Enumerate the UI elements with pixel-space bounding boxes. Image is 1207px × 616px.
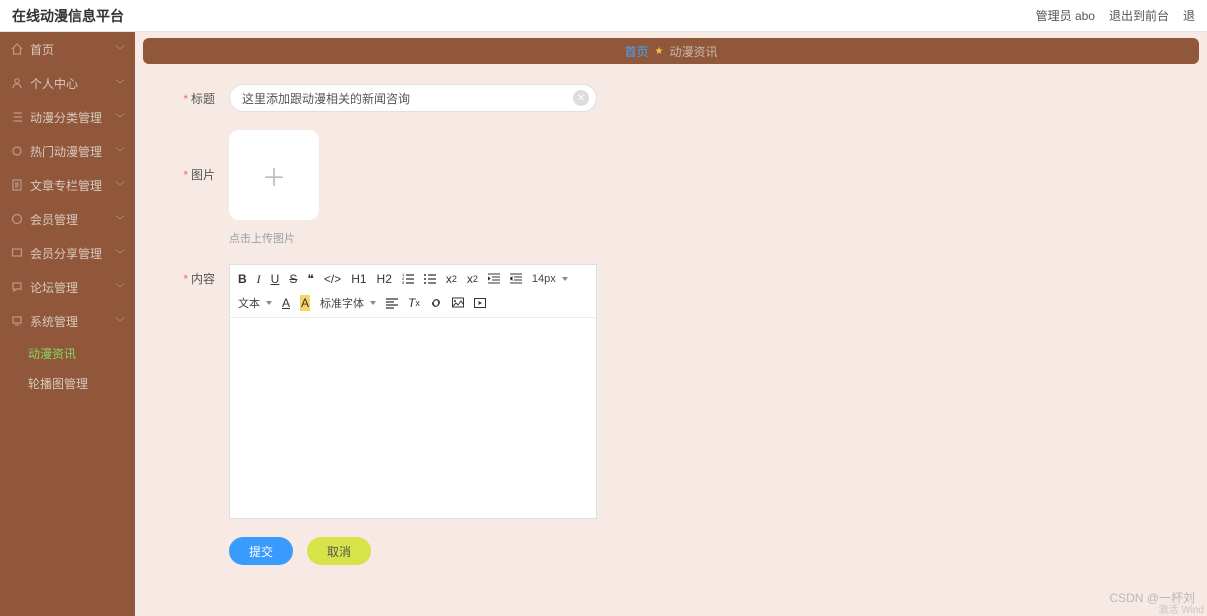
sidebar-item-label: 热门动漫管理 bbox=[30, 143, 102, 160]
fontfamily-select[interactable]: 标准字体 bbox=[320, 295, 376, 311]
sidebar-item-label: 论坛管理 bbox=[30, 279, 78, 296]
sidebar-item-2[interactable]: 动漫分类管理 ﹀ bbox=[0, 100, 135, 134]
chevron-down-icon: ﹀ bbox=[115, 110, 125, 125]
clear-icon[interactable]: ✕ bbox=[573, 90, 589, 106]
sidebar-item-label: 文章专栏管理 bbox=[30, 177, 102, 194]
chevron-down-icon: ﹀ bbox=[115, 212, 125, 227]
sidebar-item-label: 个人中心 bbox=[30, 75, 78, 92]
plus-icon: ＋ bbox=[262, 158, 286, 193]
sidebar-item-5[interactable]: 会员管理 ﹀ bbox=[0, 202, 135, 236]
sidebar-item-label: 会员分享管理 bbox=[30, 245, 102, 262]
member-icon bbox=[10, 212, 24, 226]
editor-body[interactable] bbox=[230, 318, 596, 518]
cancel-button[interactable]: 取消 bbox=[307, 537, 371, 565]
submit-button[interactable]: 提交 bbox=[229, 537, 293, 565]
sidebar-item-7[interactable]: 论坛管理 ﹀ bbox=[0, 270, 135, 304]
h2-button[interactable]: H2 bbox=[377, 271, 392, 287]
app-title: 在线动漫信息平台 bbox=[12, 6, 1036, 26]
italic-icon[interactable]: I bbox=[257, 271, 261, 287]
subscript-icon[interactable]: x2 bbox=[446, 271, 457, 287]
sidebar-item-3[interactable]: 热门动漫管理 ﹀ bbox=[0, 134, 135, 168]
image-icon[interactable] bbox=[452, 295, 464, 311]
user-icon bbox=[10, 76, 24, 90]
h1-button[interactable]: H1 bbox=[351, 271, 366, 287]
image-label: 图片 bbox=[171, 130, 215, 183]
system-icon bbox=[10, 314, 24, 328]
sidebar: 首页﹀个人中心﹀动漫分类管理﹀热门动漫管理﹀文章专栏管理﹀会员管理﹀会员分享管理… bbox=[0, 32, 135, 616]
image-uploader[interactable]: ＋ bbox=[229, 130, 319, 220]
upload-tip: 点击上传图片 bbox=[229, 230, 319, 246]
breadcrumb-home[interactable]: 首页 bbox=[625, 43, 649, 60]
title-input[interactable] bbox=[229, 84, 597, 112]
texttype-select[interactable]: 文本 bbox=[238, 295, 272, 311]
sidebar-item-1[interactable]: 个人中心 ﹀ bbox=[0, 66, 135, 100]
sidebar-sub-0[interactable]: 动漫资讯 bbox=[0, 338, 135, 368]
sidebar-item-0[interactable]: 首页 ﹀ bbox=[0, 32, 135, 66]
header-right: 管理员 abo 退出到前台 退 bbox=[1036, 7, 1195, 24]
chevron-down-icon: ﹀ bbox=[115, 42, 125, 57]
chevron-down-icon: ﹀ bbox=[115, 280, 125, 295]
chevron-down-icon: ﹀ bbox=[115, 314, 125, 329]
sidebar-item-8[interactable]: 系统管理 ﹀ bbox=[0, 304, 135, 338]
link-icon[interactable] bbox=[430, 295, 442, 311]
home-icon bbox=[10, 42, 24, 56]
chevron-down-icon: ﹀ bbox=[115, 76, 125, 91]
chevron-down-icon: ﹀ bbox=[115, 178, 125, 193]
sidebar-item-label: 系统管理 bbox=[30, 313, 78, 330]
bold-icon[interactable]: B bbox=[238, 271, 247, 287]
rich-editor: B I U S ❝ </> H1 H2 123 x2 x2 bbox=[229, 264, 597, 519]
logout-link[interactable]: 退 bbox=[1183, 7, 1195, 24]
code-icon[interactable]: </> bbox=[324, 271, 341, 287]
indent-icon[interactable] bbox=[510, 271, 522, 287]
superscript-icon[interactable]: x2 bbox=[467, 271, 478, 287]
sidebar-item-label: 会员管理 bbox=[30, 211, 78, 228]
star-icon: ★ bbox=[655, 46, 664, 57]
fontsize-select[interactable]: 14px bbox=[532, 273, 568, 285]
sidebar-item-label: 动漫分类管理 bbox=[30, 109, 102, 126]
strike-icon[interactable]: S bbox=[289, 271, 297, 287]
ol-icon[interactable]: 123 bbox=[402, 271, 414, 287]
align-icon[interactable] bbox=[386, 295, 398, 311]
clearformat-icon[interactable]: Tx bbox=[408, 295, 420, 311]
bgcolor-icon[interactable]: A bbox=[300, 295, 310, 311]
main: 首页 ★ 动漫资讯 标题 ✕ 图片 ＋ bbox=[135, 32, 1207, 616]
share-icon bbox=[10, 246, 24, 260]
title-label: 标题 bbox=[171, 84, 215, 107]
textcolor-icon[interactable]: A bbox=[282, 295, 290, 311]
quote-icon[interactable]: ❝ bbox=[307, 271, 313, 287]
sidebar-item-label: 首页 bbox=[30, 41, 54, 58]
editor-toolbar: B I U S ❝ </> H1 H2 123 x2 x2 bbox=[230, 265, 596, 318]
fire-icon bbox=[10, 144, 24, 158]
ul-icon[interactable] bbox=[424, 271, 436, 287]
forum-icon bbox=[10, 280, 24, 294]
underline-icon[interactable]: U bbox=[271, 271, 280, 287]
svg-text:3: 3 bbox=[402, 280, 405, 285]
sidebar-sub-1[interactable]: 轮播图管理 bbox=[0, 368, 135, 398]
video-icon[interactable] bbox=[474, 295, 486, 311]
list-icon bbox=[10, 110, 24, 124]
content-label: 内容 bbox=[171, 264, 215, 287]
chevron-down-icon: ﹀ bbox=[115, 246, 125, 261]
sidebar-item-4[interactable]: 文章专栏管理 ﹀ bbox=[0, 168, 135, 202]
chevron-down-icon: ﹀ bbox=[115, 144, 125, 159]
header: 在线动漫信息平台 管理员 abo 退出到前台 退 bbox=[0, 0, 1207, 32]
user-label[interactable]: 管理员 abo bbox=[1036, 7, 1095, 24]
outdent-icon[interactable] bbox=[488, 271, 500, 287]
breadcrumb: 首页 ★ 动漫资讯 bbox=[143, 38, 1199, 64]
breadcrumb-current: 动漫资讯 bbox=[669, 43, 717, 60]
sidebar-item-6[interactable]: 会员分享管理 ﹀ bbox=[0, 236, 135, 270]
exit-link[interactable]: 退出到前台 bbox=[1109, 7, 1169, 24]
doc-icon bbox=[10, 178, 24, 192]
